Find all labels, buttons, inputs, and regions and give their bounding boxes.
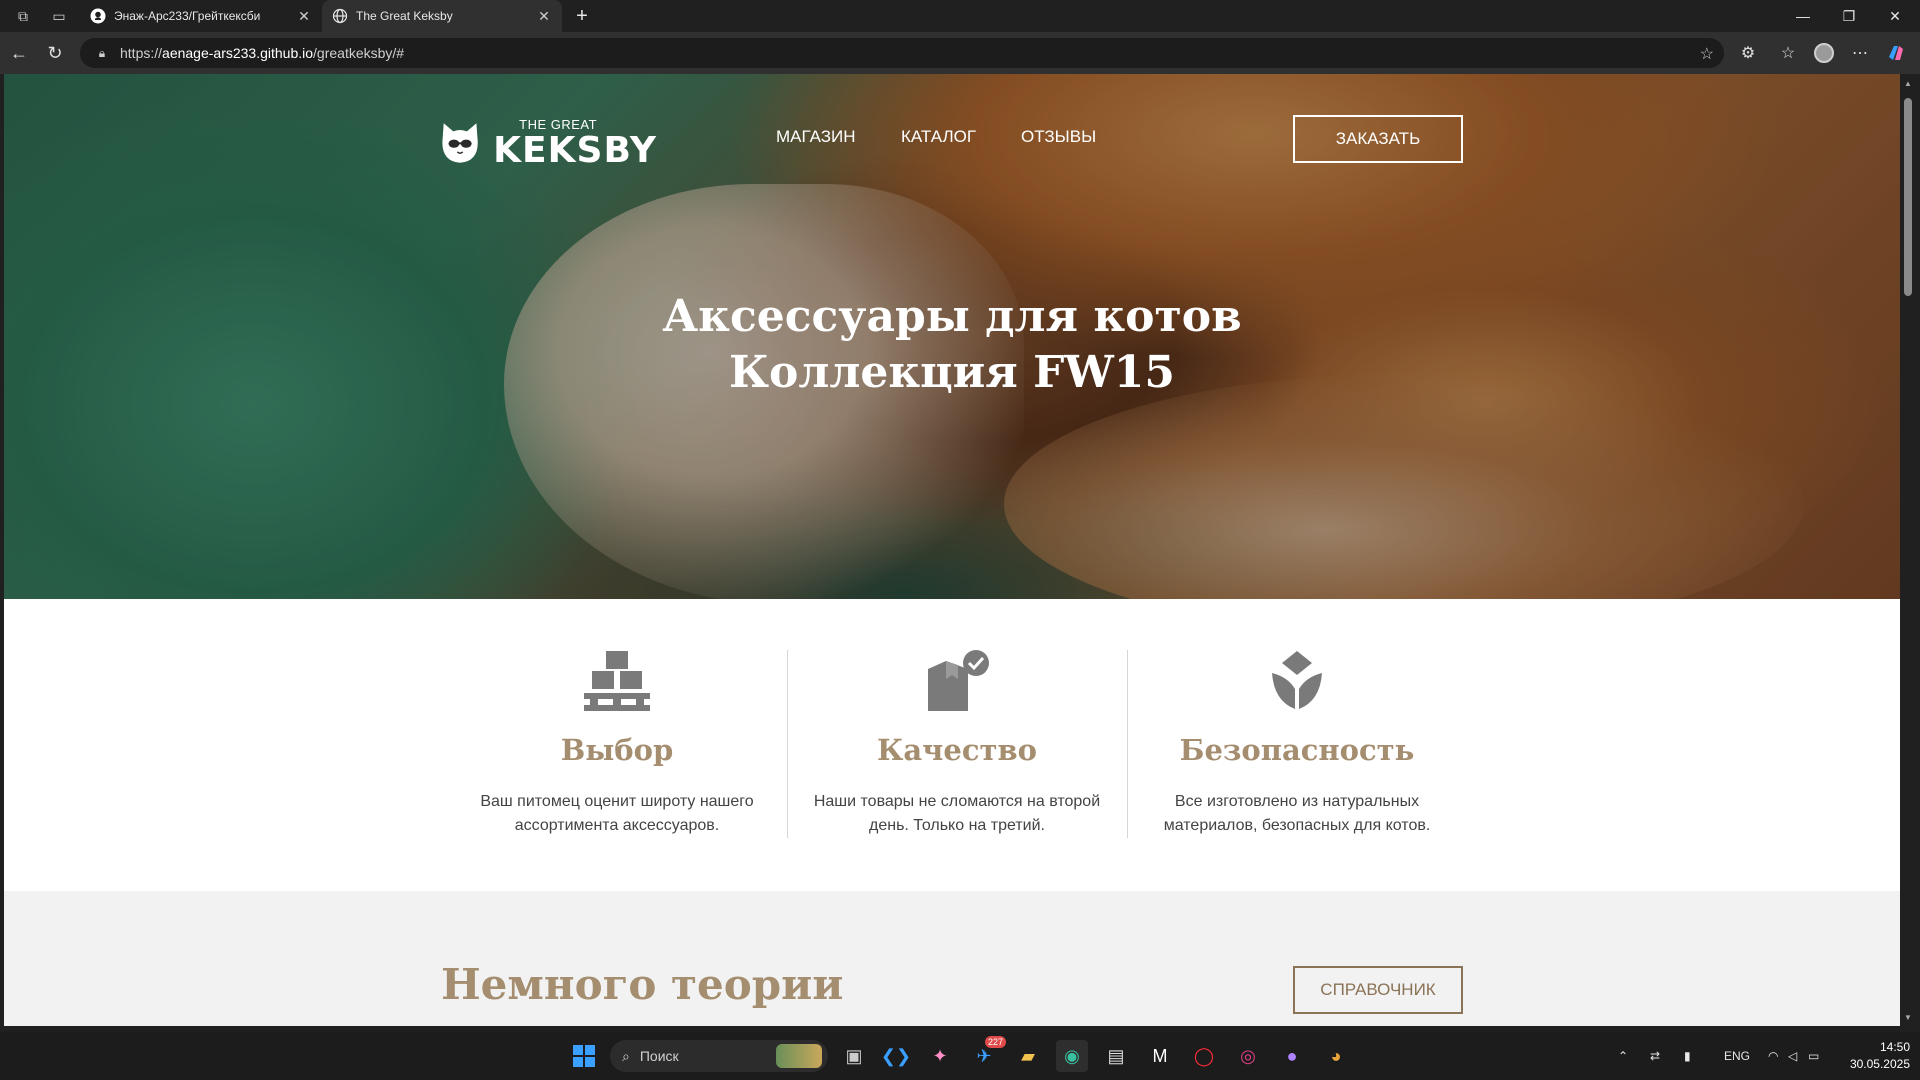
menu-item-reviews[interactable]: ОТЗЫВЫ (1021, 127, 1096, 147)
favorite-star-icon[interactable]: ☆ (1700, 44, 1714, 64)
menu-item-catalog[interactable]: КАТАЛОГ (901, 127, 976, 147)
edge-browser-icon[interactable]: ◉ (1056, 1040, 1088, 1072)
boxes-pallet-icon (584, 651, 650, 711)
scroll-down-arrow-icon[interactable]: ▼ (1900, 1010, 1916, 1024)
back-button[interactable]: ← (6, 40, 32, 66)
reference-button[interactable]: СПРАВОЧНИК (1293, 966, 1463, 1014)
box-check-icon (928, 650, 989, 711)
url-prefix: https:// (120, 45, 163, 61)
logo-big-text: KEKSBY (493, 129, 657, 171)
start-button-icon[interactable] (568, 1040, 600, 1072)
address-bar[interactable]: 🔒︎ https://aenage-ars233.github.io/great… (80, 38, 1724, 68)
chart-icon[interactable]: ▮ (1684, 1049, 1691, 1063)
search-highlight-image (776, 1044, 822, 1068)
workspaces-icon[interactable]: ⧉ (12, 5, 34, 27)
favorites-icon[interactable]: ☆ (1776, 41, 1800, 65)
refresh-button[interactable]: ↻ (42, 40, 68, 66)
tab-title: Энаж-Арс233/Грейткексби (114, 9, 261, 23)
feature-title: Выбор (560, 733, 674, 767)
scroll-up-arrow-icon[interactable]: ▲ (1900, 76, 1916, 90)
feature-text: Ваш питомец оценит широту нашего ассорти… (480, 793, 754, 834)
feature-text: Наши товары не сломаются на второй день.… (813, 793, 1101, 834)
extensions-icon[interactable]: ⚙ (1736, 41, 1760, 65)
app-m-icon[interactable]: M (1144, 1040, 1176, 1072)
taskbar-search[interactable]: ⌕ Поиск (610, 1040, 828, 1072)
hero-title-line1: Аксессуары для котов (662, 291, 1242, 342)
page-viewport: THE GREAT KEKSBY МАГАЗИН КАТАЛОГ ОТЗЫВЫ … (4, 74, 1900, 1026)
copilot-icon[interactable] (1884, 41, 1908, 65)
browser-toolbar: ← ↻ 🔒︎ https://aenage-ars233.github.io/g… (0, 32, 1920, 74)
language-indicator[interactable]: ENG (1724, 1049, 1750, 1063)
windows-taskbar: ⌕ Поиск ▣ ❮❯ ✦ ✈ 227 ▰ ◉ ▤ M ◯ ◎ ● ◕ ⌃ ⇄ … (0, 1032, 1920, 1080)
search-placeholder: Поиск (639, 1048, 679, 1064)
site-info-icon[interactable]: 🔒︎ (94, 45, 110, 61)
task-view-icon[interactable]: ▣ (838, 1040, 870, 1072)
feature-title: Качество (877, 733, 1037, 767)
logo-small-text: THE GREAT (519, 116, 598, 132)
vscode-icon[interactable]: ❮❯ (880, 1040, 912, 1072)
tab-github[interactable]: Энаж-Арс233/Грейткексби ✕ (80, 0, 322, 32)
battery-icon[interactable]: ▭ (1808, 1049, 1819, 1063)
globe-icon (332, 8, 348, 24)
tab-actions-icon[interactable]: ▭ (48, 5, 70, 27)
url-path: /greatkeksby/# (313, 45, 405, 61)
close-tab-icon[interactable]: ✕ (536, 8, 552, 24)
file-explorer-icon[interactable]: ▰ (1012, 1040, 1044, 1072)
search-icon: ⌕ (622, 1047, 630, 1064)
restore-button[interactable]: ❐ (1826, 0, 1872, 32)
order-button[interactable]: ЗАКАЗАТЬ (1293, 115, 1463, 163)
instagram-icon[interactable]: ◎ (1232, 1040, 1264, 1072)
close-window-button[interactable]: ✕ (1872, 0, 1918, 32)
chevron-up-icon[interactable]: ⌃ (1618, 1049, 1628, 1063)
more-menu-icon[interactable]: ⋯ (1848, 41, 1872, 65)
menu-item-shop[interactable]: МАГАЗИН (776, 127, 855, 147)
clock[interactable]: 14:50 30.05.2025 (1840, 1039, 1910, 1073)
hero-section: THE GREAT KEKSBY МАГАЗИН КАТАЛОГ ОТЗЫВЫ … (4, 74, 1900, 599)
clock-time: 14:50 (1879, 1040, 1910, 1054)
store-icon[interactable]: ▤ (1100, 1040, 1132, 1072)
github-desktop-icon[interactable]: ● (1276, 1040, 1308, 1072)
feature-text: Все изготовлено из натуральных материало… (1163, 793, 1431, 834)
leaf-shield-icon (1272, 651, 1322, 709)
theory-title: Немного теории (441, 960, 844, 1009)
clock-date: 30.05.2025 (1849, 1057, 1910, 1071)
notification-badge: 227 (984, 1036, 1006, 1048)
minimize-button[interactable]: — (1780, 0, 1826, 32)
new-tab-button[interactable]: + (570, 4, 594, 28)
copilot-app-icon[interactable]: ✦ (924, 1040, 956, 1072)
telegram-icon[interactable]: ✈ 227 (968, 1036, 1006, 1072)
cat-logo-icon (442, 123, 478, 163)
feature-title: Безопасность (1179, 733, 1415, 767)
sync-icon[interactable]: ⇄ (1650, 1049, 1660, 1063)
browser-tab-bar: ⧉ ▭ Энаж-Арс233/Грейткексби ✕ The Great … (0, 0, 1920, 32)
tab-title: The Great Keksby (356, 9, 453, 23)
page-scrollbar[interactable]: ▲ ▼ (1900, 74, 1916, 1026)
github-icon (90, 8, 106, 24)
wifi-icon[interactable]: ◠ (1768, 1049, 1778, 1063)
features-section: Выбор Ваш питомец оценит широту нашего а… (4, 599, 1900, 891)
chrome-icon[interactable]: ◕ (1320, 1040, 1352, 1072)
opera-icon[interactable]: ◯ (1188, 1040, 1220, 1072)
tab-great-keksby[interactable]: The Great Keksby ✕ (322, 0, 562, 32)
profile-avatar[interactable] (1812, 41, 1836, 65)
close-tab-icon[interactable]: ✕ (296, 8, 312, 24)
hero-title: Аксессуары для котов Коллекция FW15 (4, 289, 1900, 401)
theory-section: Немного теории СПРАВОЧНИК (4, 891, 1900, 1026)
volume-icon[interactable]: ◁ (1788, 1049, 1797, 1063)
url-host: aenage-ars233.github.io (162, 45, 314, 61)
site-logo[interactable]: THE GREAT KEKSBY (441, 107, 657, 179)
hero-title-line2: Коллекция FW15 (728, 347, 1176, 398)
scroll-thumb[interactable] (1904, 98, 1912, 296)
